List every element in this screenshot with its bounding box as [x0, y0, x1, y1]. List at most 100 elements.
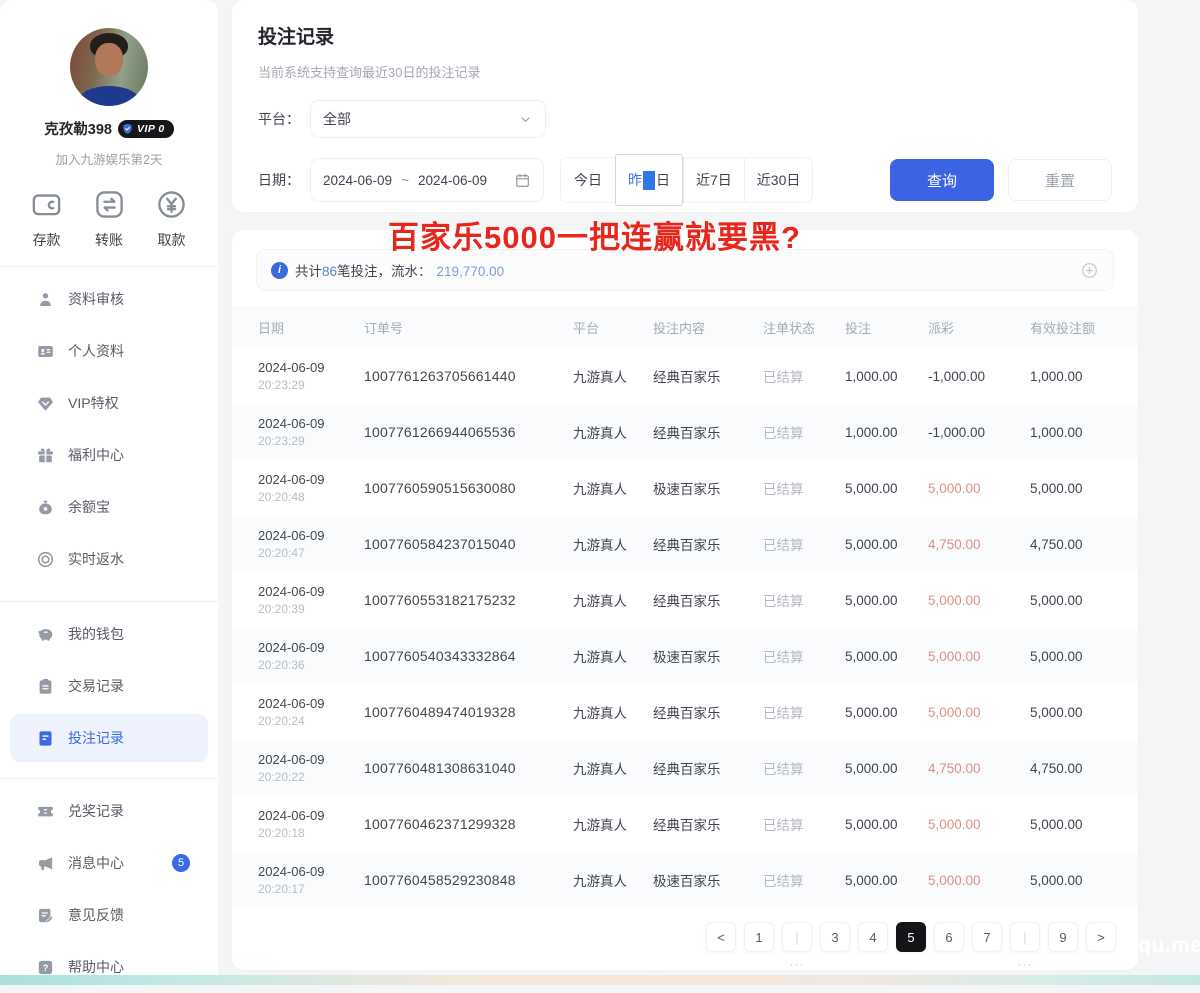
money-bag-icon	[36, 498, 55, 517]
cell-valid-amount: 4,750.00	[1030, 537, 1112, 552]
page-button[interactable]: 3	[820, 922, 850, 952]
cell-payout: -1,000.00	[928, 425, 1030, 440]
sidebar-item[interactable]: 交易记录	[0, 660, 218, 712]
quick-action-label: 取款	[158, 230, 186, 250]
sidebar-item-label: 余额宝	[68, 497, 110, 517]
cell-date: 2024-06-0920:20:36	[258, 640, 364, 672]
platform-select[interactable]: 全部	[310, 100, 546, 138]
cell-order-number: 1007761266944065536	[364, 424, 573, 440]
page-button[interactable]: 9	[1048, 922, 1078, 952]
summary-amount: 219,770.00	[437, 264, 505, 279]
quick-action[interactable]: 存款	[30, 188, 63, 250]
page-button[interactable]: 7	[972, 922, 1002, 952]
table-row: 2024-06-0920:23:291007761266944065536九游真…	[232, 404, 1138, 460]
quick-range-button[interactable]: 近7日	[683, 158, 744, 202]
table-row: 2024-06-0920:23:291007761263705661440九游真…	[232, 348, 1138, 404]
cell-payout: 5,000.00	[928, 649, 1030, 664]
watermark: equ.me	[1126, 934, 1200, 958]
sidebar-item-label: 消息中心	[68, 853, 124, 873]
main-content: 投注记录 当前系统支持查询最近30日的投注记录 平台： 全部 日期： 2024-…	[232, 0, 1138, 970]
cell-valid-amount: 5,000.00	[1030, 649, 1112, 664]
deposit-icon	[30, 188, 63, 221]
avatar-face	[95, 43, 123, 76]
cell-order-number: 1007760540343332864	[364, 648, 573, 664]
sidebar-item-label: 个人资料	[68, 341, 124, 361]
column-header: 投注内容	[653, 318, 763, 337]
column-header: 平台	[573, 318, 653, 337]
sidebar-item[interactable]: 投注记录	[10, 714, 208, 762]
reset-button[interactable]: 重置	[1008, 159, 1112, 201]
sidebar-item[interactable]: 福利中心	[0, 429, 218, 481]
cell-bet-content: 经典百家乐	[653, 702, 763, 722]
sidebar-item[interactable]: 我的钱包	[0, 608, 218, 660]
prev-page-button[interactable]: <	[706, 922, 736, 952]
cell-status: 已结算	[763, 534, 845, 554]
username: 克孜勒398	[44, 118, 112, 139]
cell-valid-amount: 1,000.00	[1030, 369, 1112, 384]
cell-status: 已结算	[763, 814, 845, 834]
cell-bet-amount: 5,000.00	[845, 761, 928, 776]
sidebar-item[interactable]: VIP特权	[0, 377, 218, 429]
cell-order-number: 1007760553182175232	[364, 592, 573, 608]
quick-range-button[interactable]: 昨日	[615, 154, 683, 206]
cell-date: 2024-06-0920:20:47	[258, 528, 364, 560]
page-button[interactable]: 6	[934, 922, 964, 952]
jump-pages-button[interactable]: |	[1010, 922, 1040, 952]
date-range-input[interactable]: 2024-06-09 ~ 2024-06-09	[310, 158, 544, 202]
sidebar-item-label: 我的钱包	[68, 624, 124, 644]
bet-date: 2024-06-09	[258, 472, 364, 487]
sidebar-item-label: 资料审核	[68, 289, 124, 309]
cell-status: 已结算	[763, 870, 845, 890]
cell-payout: 5,000.00	[928, 593, 1030, 608]
sidebar-item[interactable]: 消息中心5	[0, 837, 218, 889]
sidebar-item[interactable]: ?帮助中心	[0, 941, 218, 993]
cell-bet-amount: 5,000.00	[845, 873, 928, 888]
circle-plus-icon[interactable]	[1080, 261, 1099, 280]
table-header: 日期订单号平台投注内容注单状态投注派彩有效投注额	[232, 306, 1138, 348]
cell-valid-amount: 5,000.00	[1030, 481, 1112, 496]
cell-bet-content: 经典百家乐	[653, 366, 763, 386]
page-button[interactable]: 4	[858, 922, 888, 952]
cell-bet-content: 经典百家乐	[653, 758, 763, 778]
quick-range-button[interactable]: 近30日	[744, 158, 813, 202]
sidebar-item[interactable]: 资料审核	[0, 273, 218, 325]
cell-bet-content: 极速百家乐	[653, 646, 763, 666]
cell-bet-amount: 5,000.00	[845, 537, 928, 552]
cell-order-number: 1007760590515630080	[364, 480, 573, 496]
cell-bet-amount: 5,000.00	[845, 649, 928, 664]
cell-status: 已结算	[763, 590, 845, 610]
sidebar-item[interactable]: 兑奖记录	[0, 785, 218, 837]
bet-time: 20:20:39	[258, 602, 364, 616]
page-button[interactable]: 1	[744, 922, 774, 952]
cell-platform: 九游真人	[573, 590, 653, 610]
jump-pages-button[interactable]: |	[782, 922, 812, 952]
cell-payout: 5,000.00	[928, 481, 1030, 496]
avatar	[70, 28, 148, 106]
quick-range-button[interactable]: 今日	[561, 158, 615, 202]
query-button[interactable]: 查询	[890, 159, 994, 201]
sidebar-item[interactable]: 个人资料	[0, 325, 218, 377]
quick-action[interactable]: 取款	[155, 188, 188, 250]
sidebar-divider	[0, 601, 218, 602]
cell-status: 已结算	[763, 702, 845, 722]
sidebar-item[interactable]: 意见反馈	[0, 889, 218, 941]
sidebar: 克孜勒398 VIP 0 加入九游娱乐第2天 存款转账取款 资料审核个人资料 VI…	[0, 0, 218, 975]
cell-platform: 九游真人	[573, 758, 653, 778]
cell-platform: 九游真人	[573, 702, 653, 722]
cell-date: 2024-06-0920:20:17	[258, 864, 364, 896]
user-row: 克孜勒398 VIP 0	[0, 118, 218, 139]
cell-date: 2024-06-0920:20:39	[258, 584, 364, 616]
quick-action[interactable]: 转账	[93, 188, 126, 250]
page-button[interactable]: 5	[896, 922, 926, 952]
cell-platform: 九游真人	[573, 478, 653, 498]
sidebar-item[interactable]: 余额宝	[0, 481, 218, 533]
sidebar-item-label: 意见反馈	[68, 905, 124, 925]
column-header: 订单号	[364, 318, 573, 337]
bet-date: 2024-06-09	[258, 360, 364, 375]
sidebar-item[interactable]: 实时返水	[0, 533, 218, 585]
cell-platform: 九游真人	[573, 534, 653, 554]
join-days-text: 加入九游娱乐第2天	[0, 149, 218, 168]
vip-label: VIP 0	[137, 123, 165, 135]
cell-payout: 5,000.00	[928, 817, 1030, 832]
next-page-button[interactable]: >	[1086, 922, 1116, 952]
